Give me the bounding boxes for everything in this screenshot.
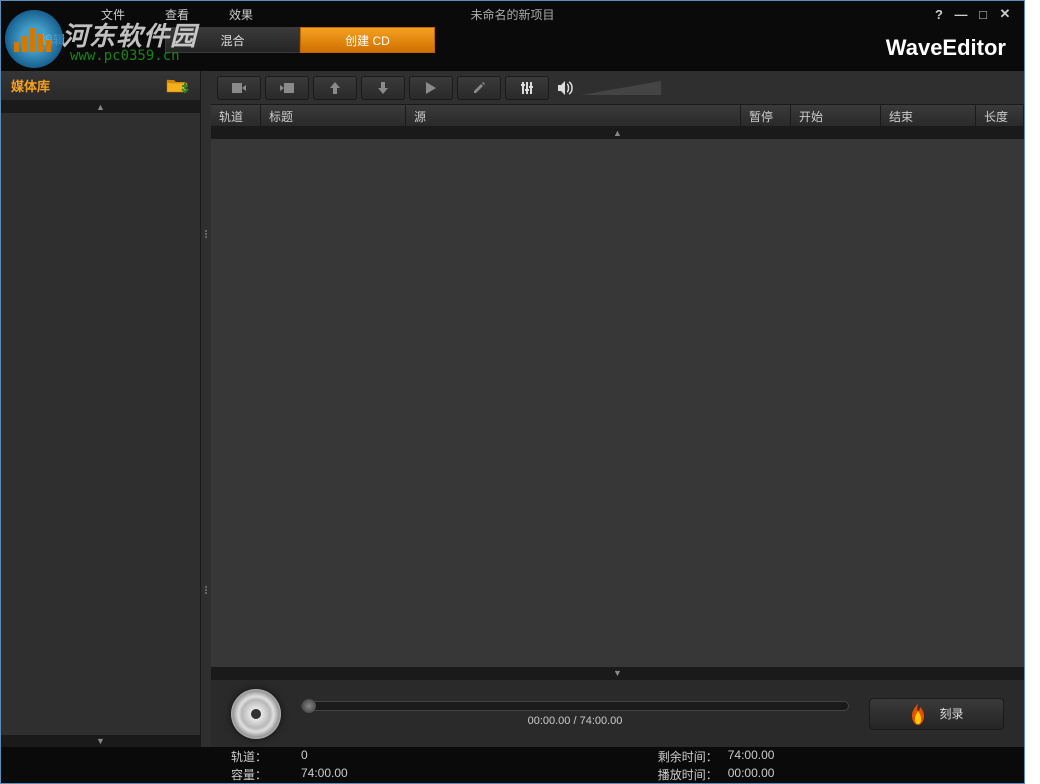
edit-button[interactable] — [457, 76, 501, 100]
tab-create-cd[interactable]: 创建 CD — [300, 27, 435, 53]
close-button[interactable]: ✕ — [998, 7, 1012, 21]
move-down-button[interactable] — [361, 76, 405, 100]
column-start[interactable]: 开始 — [791, 105, 881, 126]
burn-label: 刻录 — [939, 705, 963, 722]
status-capacity-label: 容量： — [231, 766, 301, 783]
column-pause[interactable]: 暂停 — [741, 105, 791, 126]
volume-slider[interactable] — [581, 81, 661, 95]
sidebar-title: 媒体库 — [11, 76, 50, 95]
status-remaining-value: 74:00.00 — [728, 748, 775, 765]
sidebar-scroll-down[interactable]: ▼ — [1, 735, 200, 747]
content-area: 轨道 标题 源 暂停 开始 结束 长度 ▲ ▼ 00:00.00 / 74:00… — [211, 71, 1024, 747]
status-play-label: 播放时间： — [658, 766, 728, 783]
maximize-button[interactable]: □ — [976, 7, 990, 21]
column-title[interactable]: 标题 — [261, 105, 406, 126]
status-play-value: 00:00.00 — [728, 766, 775, 783]
import-button[interactable] — [217, 76, 261, 100]
open-folder-button[interactable] — [166, 77, 190, 95]
sidebar-scroll-up[interactable]: ▲ — [1, 101, 200, 113]
table-header: 轨道 标题 源 暂停 开始 结束 长度 — [211, 105, 1024, 127]
mixer-button[interactable] — [505, 76, 549, 100]
minimize-button[interactable]: — — [954, 7, 968, 21]
table-scroll-up[interactable]: ▲ — [211, 127, 1024, 139]
splitter-left[interactable] — [201, 71, 211, 747]
app-window: 河东软件园 www.pc0359.cn 文件 查看 效果 未命名的新项目 ? —… — [0, 0, 1025, 784]
column-length[interactable]: 长度 — [976, 105, 1024, 126]
menu-view[interactable]: 查看 — [145, 2, 209, 27]
brand-label: WaveEditor — [886, 27, 1024, 61]
status-track-value: 0 — [301, 748, 308, 765]
help-button[interactable]: ? — [932, 7, 946, 21]
status-bar: 轨道： 0 容量： 74:00.00 剩余时间： 74:00.00 播放时间： … — [1, 747, 1024, 783]
move-up-button[interactable] — [313, 76, 357, 100]
sidebar-content — [1, 113, 200, 735]
column-track[interactable]: 轨道 — [211, 105, 261, 126]
secondary-bar: 编辑 混合 创建 CD WaveEditor — [1, 27, 1024, 71]
table-body: ▲ ▼ — [211, 127, 1024, 679]
progress-slider[interactable] — [301, 701, 849, 711]
menu-edit[interactable]: 编辑 — [21, 27, 85, 52]
volume-icon — [557, 80, 575, 96]
transport-bar: 00:00.00 / 74:00.00 刻录 — [211, 679, 1024, 747]
table-scroll-down[interactable]: ▼ — [211, 667, 1024, 679]
sidebar-header: 媒体库 — [1, 71, 200, 101]
time-display: 00:00.00 / 74:00.00 — [528, 715, 623, 727]
column-end[interactable]: 结束 — [881, 105, 976, 126]
titlebar: 文件 查看 效果 未命名的新项目 ? — □ ✕ — [1, 1, 1024, 27]
menu-effect[interactable]: 效果 — [209, 2, 273, 27]
tab-mix[interactable]: 混合 — [165, 27, 300, 53]
export-button[interactable] — [265, 76, 309, 100]
status-capacity-value: 74:00.00 — [301, 766, 348, 783]
status-track-label: 轨道： — [231, 748, 301, 765]
flame-icon — [909, 703, 927, 725]
main-body: 媒体库 ▲ ▼ — [1, 71, 1024, 747]
toolbar — [211, 71, 1024, 105]
burn-button[interactable]: 刻录 — [869, 698, 1004, 730]
play-button[interactable] — [409, 76, 453, 100]
window-title: 未命名的新项目 — [470, 6, 554, 23]
status-remaining-label: 剩余时间： — [658, 748, 728, 765]
disc-icon — [231, 689, 281, 739]
sidebar: 媒体库 ▲ ▼ — [1, 71, 201, 747]
menu-file[interactable]: 文件 — [81, 2, 145, 27]
column-source[interactable]: 源 — [406, 105, 741, 126]
